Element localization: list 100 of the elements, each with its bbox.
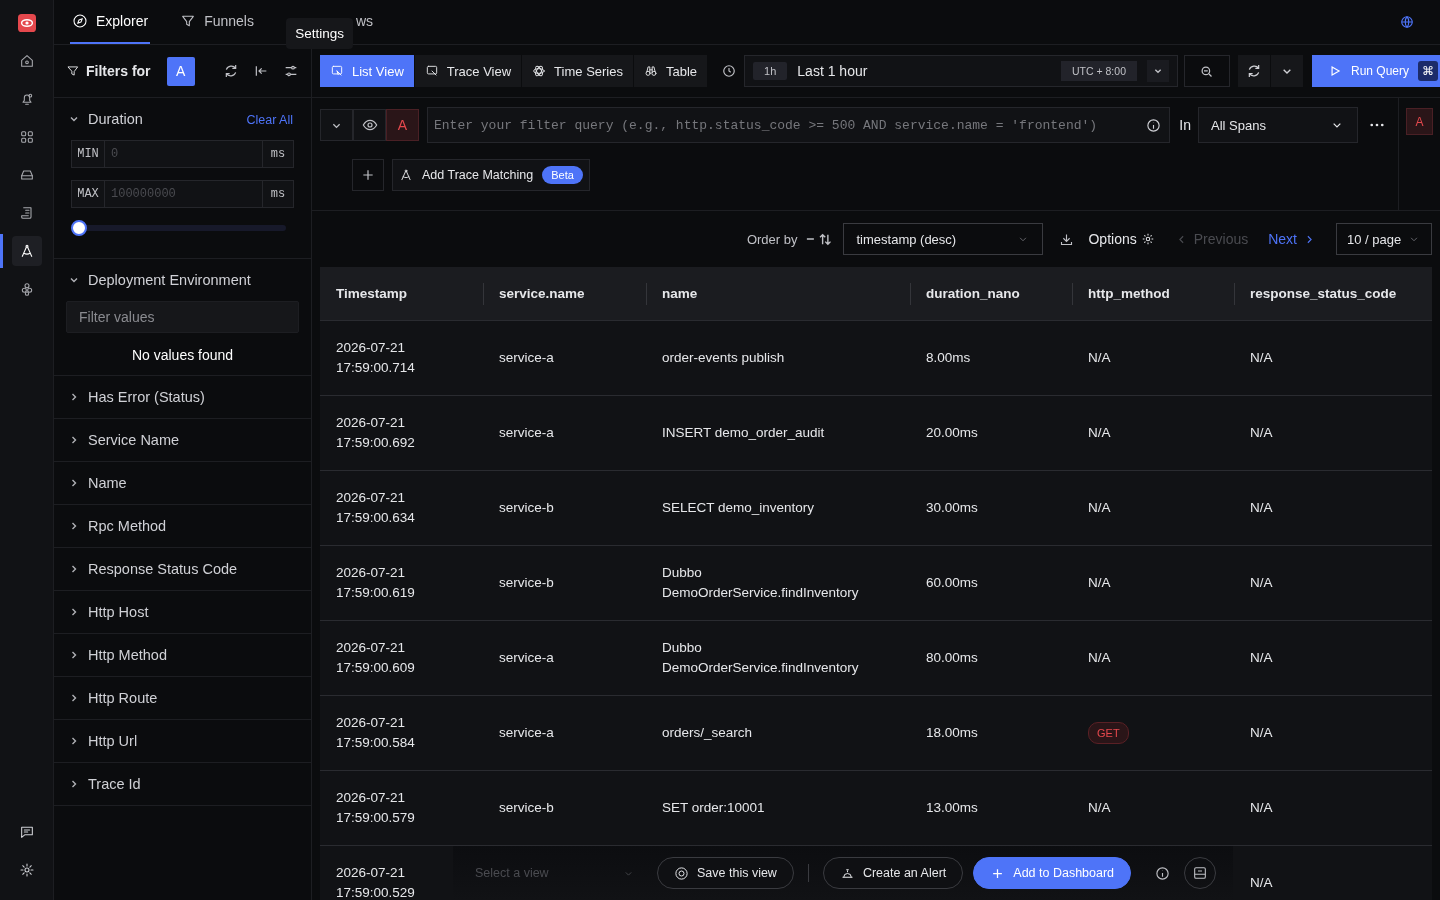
refresh-button[interactable] (1237, 55, 1271, 87)
chevron-icon[interactable] (69, 521, 79, 531)
clear-all-link[interactable]: Clear All (246, 113, 293, 127)
settings-icon[interactable] (18, 862, 35, 878)
chevron-icon[interactable] (69, 607, 79, 617)
nav-tab[interactable]: Funnels (178, 0, 256, 44)
filter-values-field[interactable]: Filter values (66, 301, 299, 333)
chevron-icon[interactable] (69, 478, 79, 488)
add-to-dashboard-button[interactable]: Add to Dashboard (973, 857, 1132, 889)
save-view-button[interactable]: Save this view (657, 857, 794, 889)
table-cell: SELECT demo_inventory (646, 470, 910, 546)
max-field[interactable]: MAX 100000000 ms (71, 180, 294, 208)
filter-section-title[interactable]: Http Host (88, 604, 149, 620)
table-cell: 2026-07-21 17:59:00.609 (320, 620, 483, 696)
page-size-select[interactable]: 10 / page (1336, 223, 1432, 255)
info-icon[interactable] (1146, 117, 1162, 133)
filter-section-title[interactable]: Deployment Environment (88, 272, 251, 288)
nav-tab[interactable]: Explorer (70, 0, 151, 44)
view-tab[interactable]: Table (634, 55, 709, 87)
grid-icon (18, 129, 35, 145)
query-label[interactable]: A (386, 109, 419, 141)
run-query-button[interactable]: Run Query ⌘ (1311, 55, 1440, 87)
slider-thumb[interactable] (71, 220, 87, 236)
table-cell: 60.00ms (910, 545, 1072, 621)
collapse-icon[interactable] (253, 63, 269, 79)
filter-section-title[interactable]: Response Status Code (88, 561, 238, 577)
chevron-icon[interactable] (69, 693, 79, 703)
view-tab[interactable]: List View (320, 55, 415, 87)
span-scope-select[interactable]: All Spans (1198, 107, 1358, 143)
next-button[interactable]: Next (1268, 231, 1316, 247)
add-button[interactable] (352, 159, 384, 191)
create-alert-button[interactable]: Create an Alert (822, 857, 964, 889)
table-cell: service-b (483, 545, 646, 621)
table-cell: N/A (1072, 470, 1234, 546)
chevron-icon[interactable] (69, 114, 79, 124)
chevron-icon[interactable] (69, 650, 79, 660)
filter-section-title[interactable]: Trace Id (88, 776, 141, 792)
time-label: Last 1 hour (797, 63, 868, 79)
filters-title: Filters for (86, 63, 151, 79)
info-icon[interactable] (1155, 865, 1171, 881)
column-header[interactable]: response_status_code (1234, 267, 1432, 321)
table-cell: N/A (1072, 545, 1234, 621)
query-badge[interactable]: A (166, 56, 195, 86)
chevron-icon[interactable] (69, 736, 79, 746)
add-trace-matching-button[interactable]: Add Trace Matching Beta (392, 159, 590, 191)
table-cell: N/A (1072, 620, 1234, 696)
max-input[interactable]: 100000000 (105, 181, 262, 207)
query-badge[interactable]: A (1406, 108, 1433, 135)
settings-icon[interactable] (283, 63, 299, 79)
chevron-icon[interactable] (69, 564, 79, 574)
beta-badge: Beta (542, 166, 583, 184)
view-tab[interactable]: Trace View (414, 55, 523, 87)
filter-section-title[interactable]: Has Error (Status) (88, 389, 205, 405)
filter-section-title[interactable]: Http Url (88, 733, 138, 749)
time-range-picker[interactable]: 1h Last 1 hour UTC + 8:00 (744, 55, 1178, 87)
zoom-out-button[interactable] (1183, 55, 1230, 87)
min-field[interactable]: MIN 0 ms (71, 140, 294, 168)
column-header[interactable]: http_method (1072, 267, 1234, 321)
atom-icon (532, 64, 547, 78)
min-input[interactable]: 0 (105, 141, 262, 167)
table-cell: 8.00ms (910, 320, 1072, 396)
filter-section-title[interactable]: Rpc Method (88, 518, 167, 534)
table-cell: N/A (1072, 320, 1234, 396)
globe-icon[interactable] (1400, 15, 1414, 29)
filter-section-title[interactable]: Service Name (88, 432, 180, 448)
compass-icon (72, 13, 88, 29)
filter-section-title[interactable]: Duration (88, 111, 143, 127)
logo-icon[interactable] (17, 14, 36, 32)
column-header[interactable]: name (646, 267, 910, 321)
table-cell: service-b (483, 470, 646, 546)
funnel-icon (66, 64, 80, 78)
caret-icon[interactable] (1146, 60, 1169, 82)
unit-label: ms (262, 141, 293, 167)
empty-message: No values found (130, 346, 235, 365)
chevron-icon[interactable] (69, 392, 79, 402)
chat-icon[interactable] (18, 824, 35, 840)
table-cell: service-a (483, 320, 646, 396)
filter-section-title[interactable]: Http Route (88, 690, 158, 706)
column-header[interactable]: Timestamp (320, 267, 483, 321)
options-button[interactable]: Options (1088, 231, 1155, 247)
table-cell: 30.00ms (910, 470, 1072, 546)
order-select[interactable]: timestamp (desc) (843, 223, 1044, 255)
shortcut-key: ⌘ (1418, 61, 1438, 81)
chevron-icon[interactable] (69, 435, 79, 445)
visibility-button[interactable] (353, 109, 386, 141)
filter-section-title[interactable]: Name (88, 475, 127, 491)
table-cell: N/A (1234, 320, 1432, 396)
chevron-icon[interactable] (69, 275, 79, 285)
column-header[interactable]: service.name (483, 267, 646, 321)
table-cell: orders/_search (646, 695, 910, 771)
table-cell: Dubbo DemoOrderService.findInventory (646, 545, 910, 621)
refresh-icon[interactable] (223, 63, 239, 79)
view-tab[interactable]: Time Series (522, 55, 634, 87)
table-cell: N/A (1072, 770, 1234, 846)
chevron-icon[interactable] (69, 779, 79, 789)
duration-slider[interactable] (71, 220, 286, 236)
filter-section-title[interactable]: Http Method (88, 647, 167, 663)
order-by-label: Order by (746, 231, 798, 247)
home-icon (18, 53, 35, 69)
column-header[interactable]: duration_nano (910, 267, 1072, 321)
